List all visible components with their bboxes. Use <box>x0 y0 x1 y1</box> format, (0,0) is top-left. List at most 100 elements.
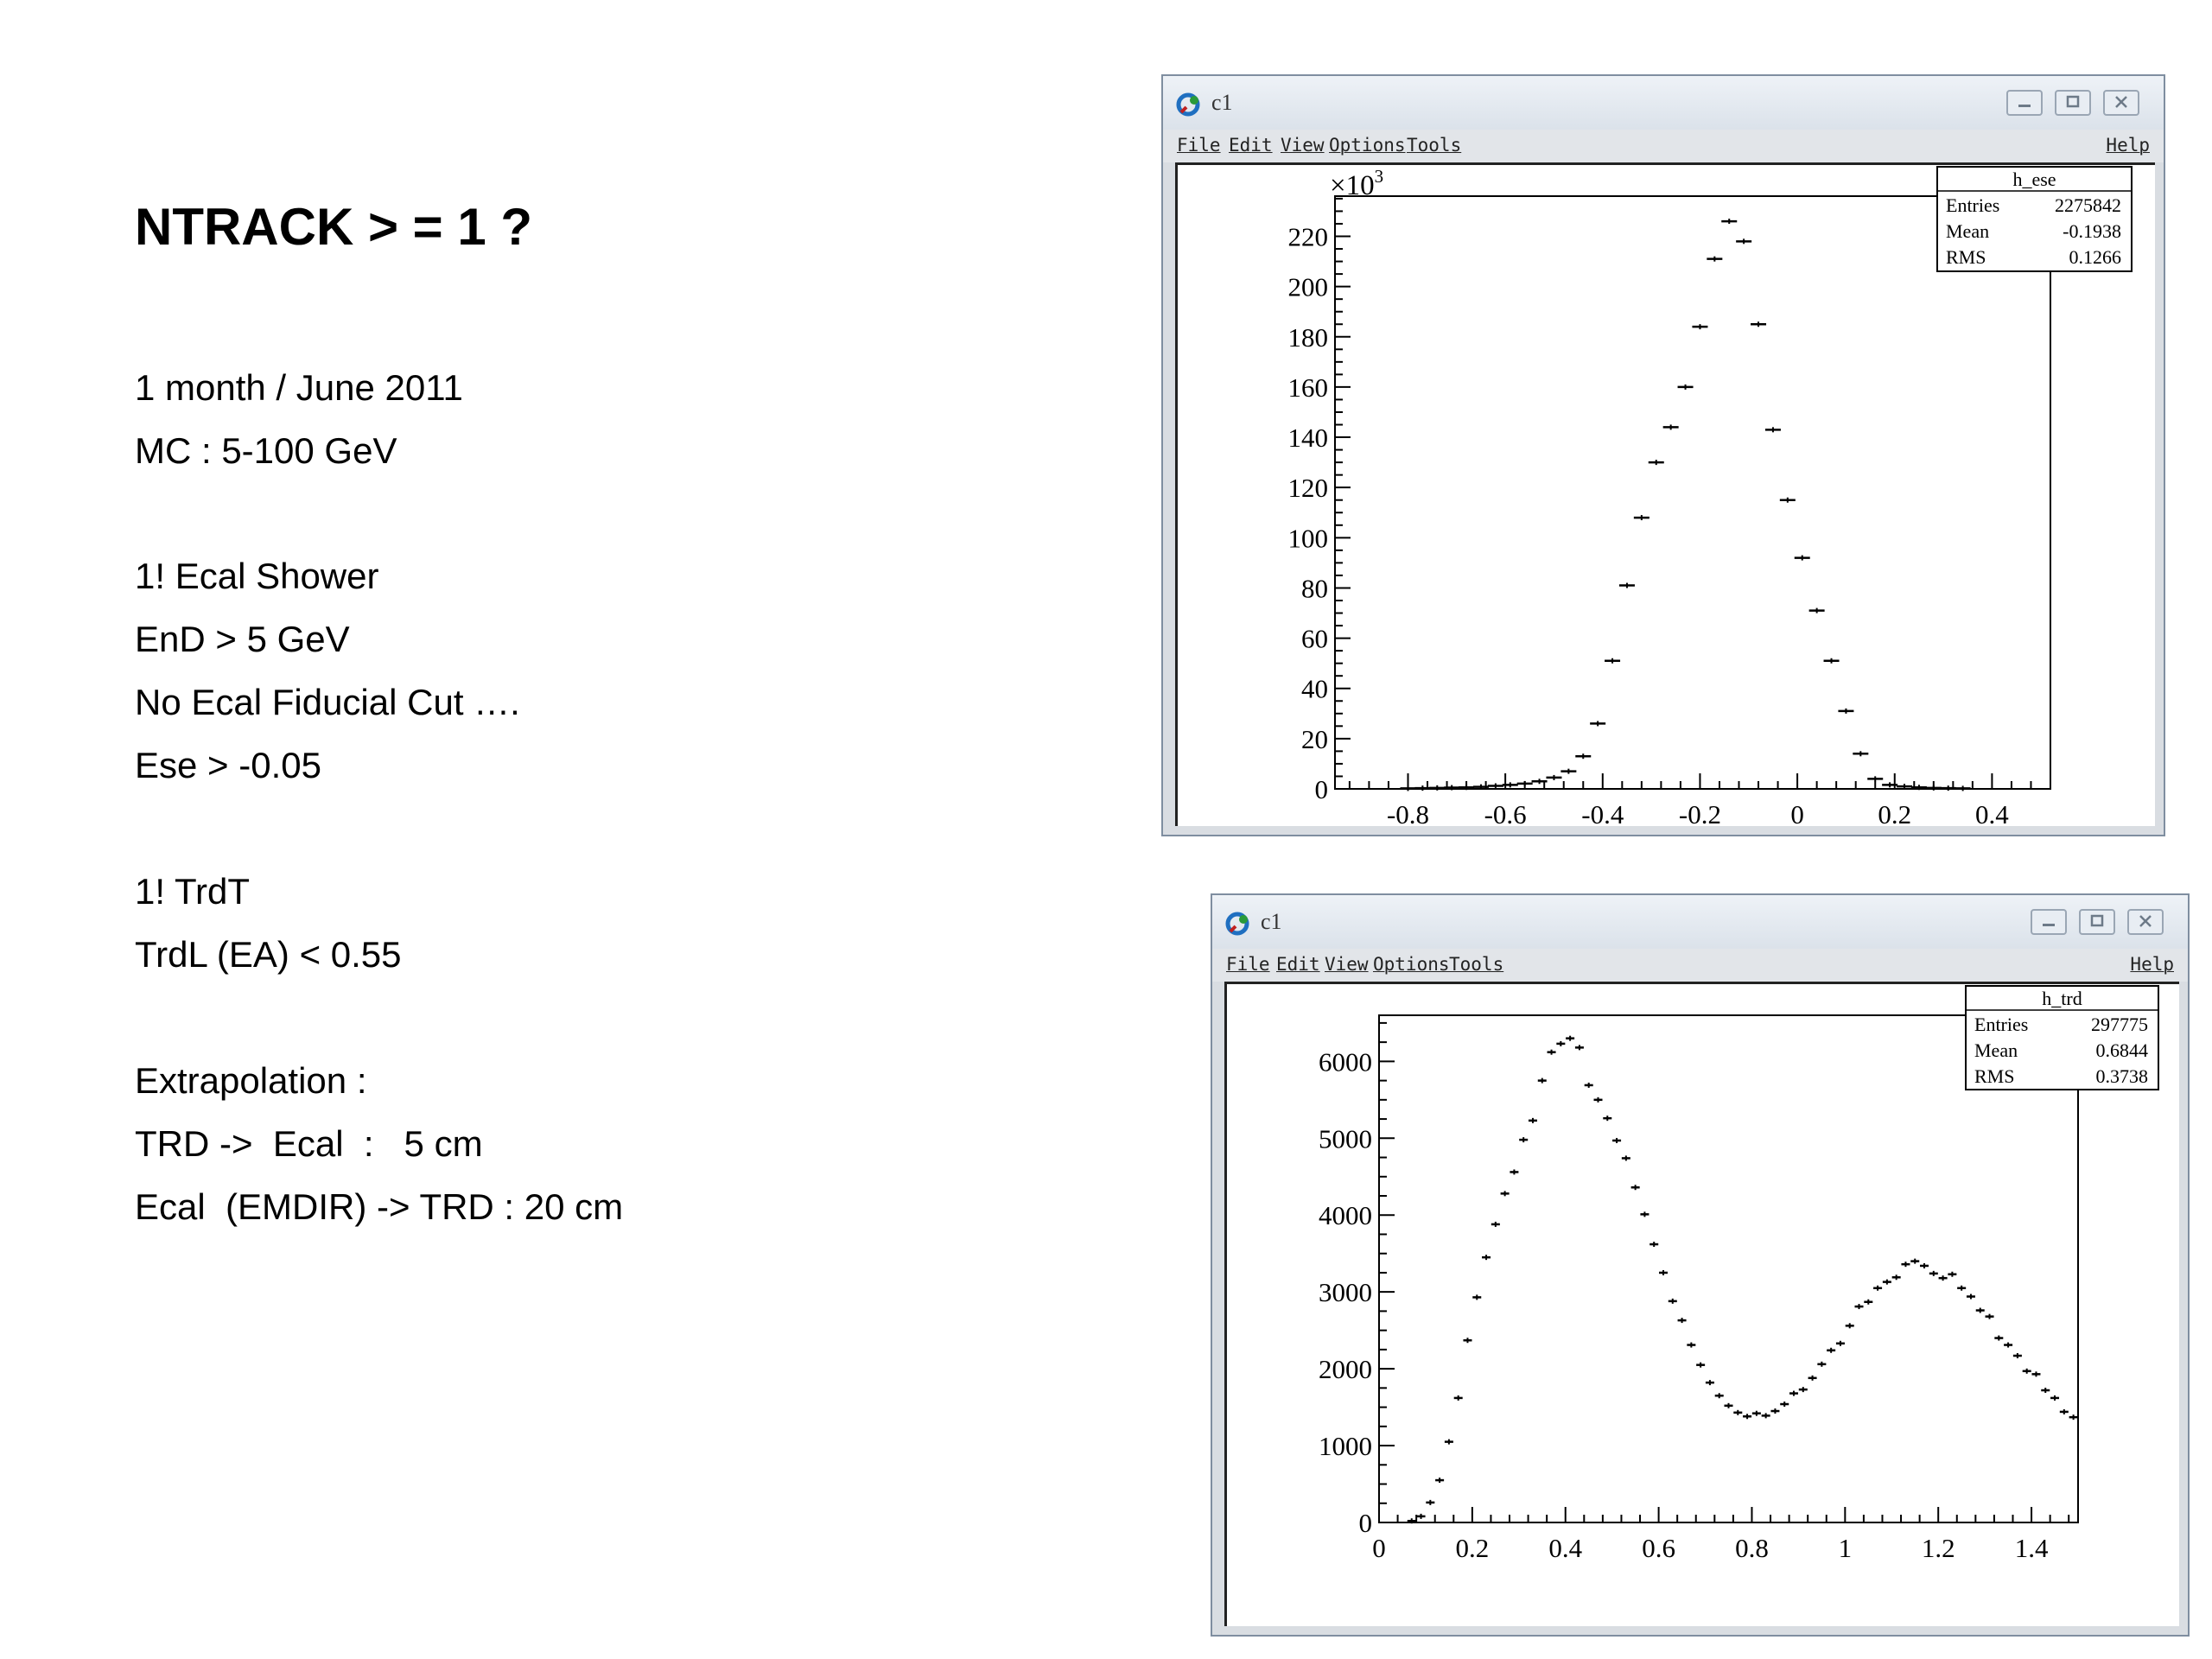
menu-file[interactable]: File <box>1177 135 1221 156</box>
x-tick-label: 0.2 <box>1455 1533 1489 1563</box>
x-tick-label: 0 <box>1372 1533 1386 1563</box>
plot-frame <box>1378 1014 2079 1523</box>
x-tick-label: 0.8 <box>1735 1533 1769 1563</box>
maximize-icon <box>2066 95 2080 108</box>
y-tick-label: 100 <box>1288 523 1329 553</box>
stats-value: -0.1938 <box>2063 220 2121 242</box>
y-tick-label: 3000 <box>1319 1277 1372 1307</box>
y-tick-label: 180 <box>1288 322 1329 353</box>
x-tick-label: -0.8 <box>1387 799 1429 826</box>
menu-options[interactable]: Options <box>1373 954 1450 975</box>
stats-label: Mean <box>1974 1039 2018 1061</box>
window-titlebar[interactable]: c1 <box>1163 76 2164 130</box>
maximize-button[interactable] <box>2079 909 2115 935</box>
stats-label: RMS <box>1946 246 1986 268</box>
close-button[interactable] <box>2103 90 2139 116</box>
menu-help[interactable]: Help <box>2106 135 2150 156</box>
stats-value: 0.6844 <box>2096 1039 2149 1061</box>
window-title: c1 <box>1261 909 1282 934</box>
y-tick-label: 200 <box>1288 272 1329 302</box>
stats-label: Mean <box>1946 220 1989 242</box>
slide-line: 1! TrdT <box>135 871 251 912</box>
stats-label: Entries <box>1946 194 1999 216</box>
menu-edit[interactable]: Edit <box>1276 954 1320 975</box>
minimize-button[interactable] <box>2006 90 2043 116</box>
menu-view[interactable]: View <box>1325 954 1369 975</box>
slide-line: Extrapolation : <box>135 1060 367 1101</box>
x-tick-label: 1 <box>1839 1533 1853 1563</box>
slide-line: No Ecal Fiducial Cut …. <box>135 682 520 722</box>
plot-canvas[interactable]: -0.8 -0.6 -0.4 -0.2 0 0.2 0.4 0 20 40 60 80 100 120 14… <box>1175 162 2155 826</box>
minimize-button[interactable] <box>2031 909 2067 935</box>
x-tick-label: 1.2 <box>1922 1533 1955 1563</box>
x-tick-label: 0 <box>1790 799 1804 826</box>
maximize-icon <box>2090 914 2104 927</box>
y-tick-label: 6000 <box>1319 1046 1372 1077</box>
menu-tools[interactable]: Tools <box>1407 135 1461 156</box>
h-ese-plot: -0.8 -0.6 -0.4 -0.2 0 0.2 0.4 0 20 40 60 80 100 120 14… <box>1288 166 2133 826</box>
slide-line: TrdL (EA) < 0.55 <box>135 934 402 975</box>
stats-histogram-name: h_ese <box>2012 168 2056 190</box>
plot-canvas[interactable]: 0 0.2 0.4 0.6 0.8 1 1.2 1.4 0 1000 2000 3000 4000 500… <box>1224 982 2179 1626</box>
y-tick-label: 60 <box>1301 624 1328 654</box>
y-tick-label: 4000 <box>1319 1200 1372 1230</box>
x-tick-label: 1.4 <box>2015 1533 2049 1563</box>
menu-tools[interactable]: Tools <box>1449 954 1503 975</box>
minimize-icon <box>2043 924 2055 926</box>
window-title: c1 <box>1211 90 1233 115</box>
y-tick-label: 80 <box>1301 573 1328 603</box>
y-tick-label: 20 <box>1301 724 1328 754</box>
slide-line: MC : 5-100 GeV <box>135 430 397 471</box>
y-tick-label: 120 <box>1288 473 1329 503</box>
close-icon <box>2139 915 2152 927</box>
y-tick-label: 0 <box>1315 774 1329 804</box>
close-icon <box>2115 96 2127 108</box>
y-tick-label: 0 <box>1359 1508 1373 1538</box>
root-canvas-window-1[interactable]: c1 File Edit View Options Tools Help -0.… <box>1161 74 2165 836</box>
x-tick-label: 0.2 <box>1878 799 1911 826</box>
y-tick-label: 2000 <box>1319 1354 1372 1384</box>
close-button[interactable] <box>2127 909 2164 935</box>
slide-line: Ecal (EMDIR) -> TRD : 20 cm <box>135 1186 624 1227</box>
y-tick-label: 140 <box>1288 423 1329 453</box>
slide-line: EnD > 5 GeV <box>135 619 350 659</box>
slide-line: Ese > -0.05 <box>135 745 321 785</box>
stats-value: 2275842 <box>2055 194 2121 216</box>
stats-label: RMS <box>1974 1065 2014 1087</box>
stats-histogram-name: h_trd <box>2042 988 2082 1009</box>
stats-value: 0.1266 <box>2069 246 2122 268</box>
menu-file[interactable]: File <box>1226 954 1270 975</box>
x-tick-label: -0.6 <box>1484 799 1527 826</box>
stats-value: 0.3738 <box>2096 1065 2149 1087</box>
menu-bar: File Edit View Options Tools Help <box>1163 130 2164 162</box>
root-logo-icon <box>1175 90 1205 119</box>
y-tick-label: 1000 <box>1319 1431 1372 1461</box>
x-tick-label: 0.4 <box>1975 799 2009 826</box>
y-tick-label: 220 <box>1288 222 1329 252</box>
menu-bar: File Edit View Options Tools Help <box>1212 949 2188 982</box>
maximize-button[interactable] <box>2055 90 2091 116</box>
h-trd-plot: 0 0.2 0.4 0.6 0.8 1 1.2 1.4 0 1000 2000 3000 4000 500… <box>1319 985 2159 1563</box>
menu-help[interactable]: Help <box>2130 954 2174 975</box>
slide-line: 1 month / June 2011 <box>135 367 463 408</box>
menu-options[interactable]: Options <box>1329 135 1406 156</box>
stats-value: 297775 <box>2091 1014 2148 1035</box>
minimize-icon <box>2018 105 2031 107</box>
y-tick-label: 40 <box>1301 674 1328 704</box>
menu-view[interactable]: View <box>1281 135 1325 156</box>
root-canvas-window-2[interactable]: c1 File Edit View Options Tools Help 0 0.… <box>1211 893 2190 1637</box>
slide-line: 1! Ecal Shower <box>135 556 379 596</box>
x-tick-label: -0.4 <box>1581 799 1624 826</box>
root-logo-icon <box>1224 909 1254 938</box>
y-tick-label: 5000 <box>1319 1123 1372 1154</box>
stats-label: Entries <box>1974 1014 2028 1035</box>
window-titlebar[interactable]: c1 <box>1212 895 2188 949</box>
x-tick-label: -0.2 <box>1679 799 1721 826</box>
y-tick-label: 160 <box>1288 372 1329 403</box>
y-axis-multiplier-exponent: 3 <box>1375 166 1384 187</box>
menu-edit[interactable]: Edit <box>1229 135 1273 156</box>
plot-frame <box>1334 195 2051 790</box>
x-tick-label: 0.4 <box>1548 1533 1582 1563</box>
slide-line: TRD -> Ecal : 5 cm <box>135 1123 483 1164</box>
slide-title: NTRACK > = 1 ? <box>135 198 533 256</box>
